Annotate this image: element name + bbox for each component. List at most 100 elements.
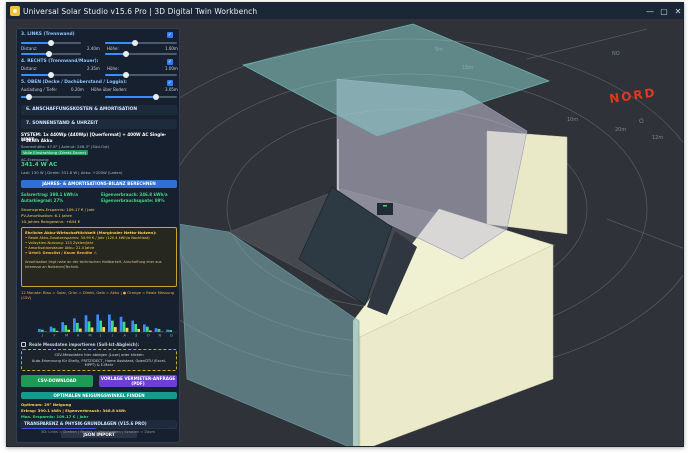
battery-line-3: • Amortisationsdauer Akku: 21.4 Jahre bbox=[25, 246, 95, 250]
bar-akku-5 bbox=[102, 327, 106, 332]
x-tick-label: J bbox=[41, 334, 43, 338]
chart-legend: 12 Monate: Blau = Solar, Grün = Direkt, … bbox=[21, 291, 175, 300]
bar-direkt-11 bbox=[169, 330, 173, 332]
links-title: 3. LINKS (Trennwand) bbox=[21, 32, 75, 37]
battery-line-1: • Reale Akku-Zusatzersparnis: 34.99 € / … bbox=[25, 236, 150, 240]
links-slider-1[interactable] bbox=[21, 40, 81, 46]
bar-akku-3 bbox=[79, 328, 82, 332]
x-tick-label: N bbox=[159, 334, 162, 338]
transparency-section-header[interactable]: TRANSPARENZ & PHYSIK-GRUNDLAGEN (V15.6 P… bbox=[20, 420, 176, 428]
optimal-savings: Max. Ersparnis: 109.17 € / Jahr bbox=[21, 414, 89, 419]
bar-direkt-8 bbox=[134, 324, 138, 332]
bar-solar-11 bbox=[166, 329, 170, 332]
yield-savings: Stromspreis-Ersparnis: 109.17 € / Jahr bbox=[21, 207, 95, 212]
bar-solar-3 bbox=[73, 318, 76, 332]
bar-akku-6 bbox=[114, 327, 117, 332]
links-slider-3[interactable] bbox=[21, 51, 81, 57]
minimize-icon[interactable]: — bbox=[643, 4, 657, 18]
csv-hint-1: CSV-Messdaten hier ablegen (Luxe) oder k… bbox=[54, 353, 144, 357]
title-bar: Universal Solar Studio v15.6 Pro | 3D Di… bbox=[7, 3, 683, 19]
yield-self-rate: Eigenverbrauchsquote: 89% bbox=[101, 198, 165, 203]
bar-direkt-3 bbox=[76, 322, 79, 332]
bar-akku-2 bbox=[67, 329, 71, 332]
bar-direkt-9 bbox=[146, 326, 149, 332]
compass-ring-label-0: O bbox=[639, 118, 644, 125]
bar-solar-6 bbox=[108, 314, 111, 332]
system-status: Last: 130 W | Direkt: 331.8 W | Akku: +2… bbox=[21, 170, 123, 175]
csv-dropzone[interactable]: CSV-Messdaten hier ablegen (Luxe) oder k… bbox=[21, 349, 177, 371]
bar-solar-2 bbox=[61, 322, 65, 332]
rechts-distance-value: 2.35m bbox=[87, 66, 100, 71]
csv-download-button[interactable]: CSV-DOWNLOAD bbox=[21, 375, 93, 387]
bar-solar-7 bbox=[119, 316, 123, 332]
compass-ring-label-1: NO bbox=[612, 51, 620, 57]
pdf-request-button[interactable]: VORLAGE VERMIETER-ANFRAGE (PDF) bbox=[99, 375, 177, 387]
oben-slider-1[interactable] bbox=[21, 94, 81, 100]
oben-height-label: Höhe über Boden: bbox=[91, 87, 128, 92]
x-tick-label: J bbox=[99, 334, 101, 338]
inverter-box bbox=[377, 203, 393, 215]
oben-height-value: 3.05m bbox=[165, 87, 178, 92]
bar-solar-5 bbox=[96, 314, 100, 332]
x-tick-label: M bbox=[89, 334, 92, 338]
costs-section-header[interactable]: 6. ANSCHAFFUNGSKOSTEN & AMORTISATION bbox=[21, 105, 177, 115]
oben-slider-2[interactable] bbox=[105, 94, 177, 100]
rechts-slider-2[interactable] bbox=[105, 72, 177, 78]
monthly-yield-chart: JFMAMJJASOND bbox=[37, 314, 177, 338]
close-icon[interactable]: ✕ bbox=[671, 4, 683, 18]
links-slider-4[interactable] bbox=[105, 51, 177, 57]
links-slider-2[interactable] bbox=[105, 40, 177, 46]
rechts-checkbox[interactable]: ✓ bbox=[167, 59, 173, 65]
bar-solar-10 bbox=[154, 328, 158, 332]
ac-value: 341.4 W AC bbox=[21, 162, 58, 168]
links-height-value: 1.00m bbox=[165, 46, 178, 51]
maximize-icon[interactable]: ▢ bbox=[657, 4, 671, 18]
yield-pv-amortisation: PV-Amortisation: 6.1 Jahre bbox=[21, 213, 72, 218]
bar-solar-0 bbox=[38, 328, 41, 332]
optimal-angle-button[interactable]: OPTIMALEN NEIGUNGSWINKEL FINDEN bbox=[21, 392, 177, 399]
oben-section: 5. OBEN (Decke / Dachüberstand / Loggia)… bbox=[21, 80, 177, 85]
bar-direkt-2 bbox=[64, 325, 68, 332]
calc-balance-button[interactable]: JAHRES- & AMORTISATIONS-BILANZ BERECHNEN bbox=[21, 180, 177, 188]
window-title: Universal Solar Studio v15.6 Pro | 3D Di… bbox=[23, 6, 258, 16]
control-panel[interactable]: 3. LINKS (Trennwand) ✓ Distanz: 2.40m Hö… bbox=[16, 28, 180, 443]
bar-direkt-4 bbox=[87, 321, 91, 332]
app-window: Universal Solar Studio v15.6 Pro | 3D Di… bbox=[6, 2, 684, 447]
battery-economics-box: Ehrliche Akku-Wirtschaftlichkeit (Margin… bbox=[21, 227, 177, 287]
csv-import-checkbox[interactable] bbox=[21, 342, 26, 347]
yield-net-profit: 10-Jahres Reingewinn: +644 € bbox=[21, 219, 81, 224]
bar-akku-9 bbox=[149, 330, 152, 332]
csv-hint-2: Auto-Erkennung für Shelly, FRITZ!DECT, H… bbox=[31, 359, 167, 368]
rechts-height-value: 1.00m bbox=[165, 66, 178, 71]
bar-akku-4 bbox=[90, 327, 94, 332]
bar-akku-7 bbox=[125, 327, 129, 332]
bar-akku-8 bbox=[137, 328, 141, 332]
viewport-controls-hint: 3D: Links = Drehen | Rechts = Verschiebe… bbox=[40, 430, 156, 434]
rechts-section: 4. RECHTS (Trennwand/Mauer): bbox=[21, 59, 177, 64]
rechts-height-label: Höhe: bbox=[107, 66, 119, 71]
compass-north-label: NORD bbox=[608, 86, 657, 106]
bar-direkt-6 bbox=[111, 320, 114, 332]
compass-ring-label-5: 12m bbox=[652, 135, 663, 141]
bar-direkt-0 bbox=[41, 329, 44, 332]
battery-note: Amortisation liegt nahe an der technisch… bbox=[25, 260, 162, 269]
oben-checkbox[interactable]: ✓ bbox=[167, 80, 173, 86]
x-tick-label: D bbox=[170, 334, 173, 338]
compass-ring-label-4: 20m bbox=[615, 127, 626, 133]
x-tick-label: A bbox=[124, 334, 127, 338]
links-checkbox[interactable]: ✓ bbox=[167, 32, 173, 38]
oben-depth-label: Ausladung / Tiefe: bbox=[21, 87, 58, 92]
links-distance-label: Distanz: bbox=[21, 46, 38, 51]
battery-line-4: • Urteil: Gewollst / Kaum Rendite ⚠ bbox=[25, 251, 97, 255]
sun-position: Sonnenhöhe: 47.8° | Azimut: 248.3° (Süd-… bbox=[21, 144, 110, 149]
battery-box-title: Ehrliche Akku-Wirtschaftlichkeit (Margin… bbox=[25, 230, 157, 235]
sun-section-header[interactable]: 7. SONNENSTAND & UHRZEIT bbox=[21, 119, 177, 129]
rechts-slider-1[interactable] bbox=[21, 72, 81, 78]
x-tick-label: A bbox=[77, 334, 80, 338]
oben-depth-value: 0.20m bbox=[71, 87, 84, 92]
system-line-2: + 2kWh Akku bbox=[21, 138, 53, 143]
optimal-angle: Optimum: 29° Neigung bbox=[21, 402, 72, 407]
inverter-led bbox=[383, 205, 387, 207]
x-tick-label: O bbox=[147, 334, 150, 338]
links-section: 3. LINKS (Trennwand) bbox=[21, 32, 177, 37]
